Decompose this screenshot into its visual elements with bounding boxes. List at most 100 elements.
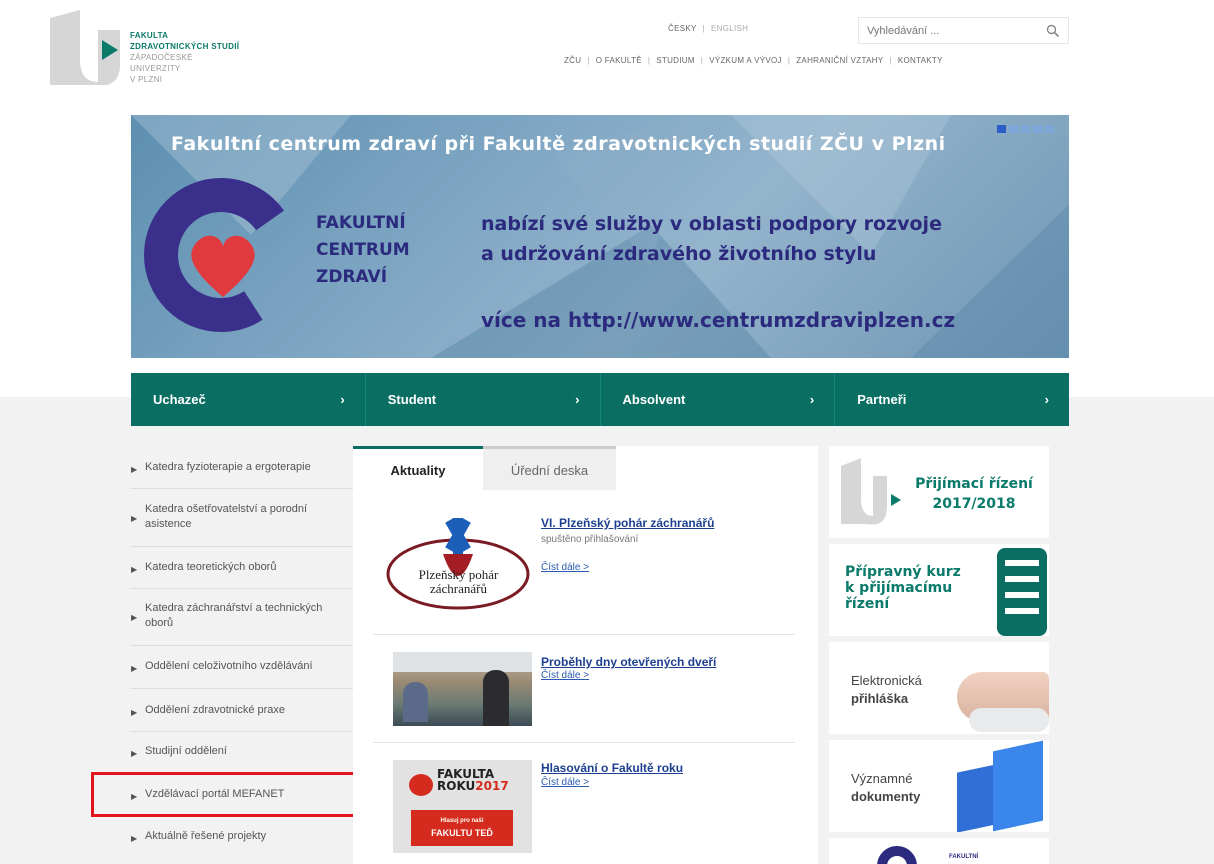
main-nav-bar: Uchazeč › Student › Absolvent › Partneři › <box>131 373 1069 426</box>
chevron-right-icon: › <box>340 392 345 407</box>
triangle-right-icon: ▶ <box>131 613 138 622</box>
binders-icon <box>949 740 1049 832</box>
sidebar-item-zachranarstvi[interactable]: ▶ Katedra záchranářství a technických obo… <box>131 601 353 631</box>
card-elektronicka-prihlaska[interactable]: Elektronická přihláška <box>829 642 1049 734</box>
sidebar-item-projekty[interactable]: ▶ Aktuálně řešené projekty <box>131 829 353 846</box>
card-app-line-2: přihláška <box>851 691 909 706</box>
logo-line-1: FAKULTA <box>130 31 169 40</box>
news-title-fakulta-roku[interactable]: Hlasování o Fakultě roku <box>541 761 683 775</box>
card-admission-line-1: Přijímací řízení <box>915 476 1033 492</box>
nav-zahranici[interactable]: ZAHRANIČNÍ VZTAHY <box>796 56 883 65</box>
sidebar-item-label: Katedra ošetřovatelství a porodní asiste… <box>145 503 308 530</box>
news-image-dny[interactable] <box>393 652 532 726</box>
nav-o-fakulte[interactable]: O FAKULTĚ <box>596 56 642 65</box>
card-app-line-1: Elektronická <box>851 673 922 688</box>
highlight-box <box>91 772 364 817</box>
card-fakultni-centrum[interactable]: FAKULTNÍ <box>829 838 1049 864</box>
checklist-icon <box>997 548 1047 636</box>
sidebar-item-studijni[interactable]: ▶ Studijní oddělení <box>131 744 353 761</box>
banner-line-1: nabízí své služby v oblasti podpory rozv… <box>481 213 942 235</box>
sidebar-item-praxe[interactable]: ▶ Oddělení zdravotnické praxe <box>131 703 353 720</box>
card-last-text: FAKULTNÍ <box>949 854 979 860</box>
sidebar-item-label: Katedra teoretických oborů <box>145 561 277 573</box>
news-title-pohar[interactable]: VI. Plzeňský pohár záchranářů <box>541 516 714 530</box>
card-docs-line-1: Významné <box>851 771 913 786</box>
news-readmore-fakulta-roku[interactable]: Číst dále > <box>541 777 589 788</box>
search-box[interactable] <box>858 17 1069 44</box>
news-readmore-dny[interactable]: Číst dále > <box>541 670 589 681</box>
top-nav: ZČU | O FAKULTĚ | STUDIUM | VÝZKUM A VÝVOJ | ZAH… <box>564 56 943 65</box>
triangle-right-icon: ▶ <box>131 565 138 574</box>
banner-logo-word-2: CENTRUM <box>316 240 410 260</box>
university-logo-icon <box>841 458 901 525</box>
page: FAKULTA ZDRAVOTNICKÝCH STUDIÍ ZÁPADOČESK… <box>0 0 1214 864</box>
card-prijimaci-rizeni[interactable]: Přijímací řízení 2017/2018 <box>829 446 1049 538</box>
news-readmore-pohar[interactable]: Číst dále > <box>541 562 589 573</box>
rescue-cup-logo-icon <box>386 517 530 610</box>
lang-en-link[interactable]: ENGLISH <box>711 24 748 33</box>
faculty-logo[interactable]: FAKULTA ZDRAVOTNICKÝCH STUDIÍ ZÁPADOČESK… <box>50 10 280 105</box>
sidebar-item-fyzioterapie[interactable]: ▶ Katedra fyzioterapie a ergoterapie <box>131 460 353 477</box>
search-input[interactable] <box>867 22 1037 40</box>
chevron-right-icon: › <box>809 392 815 407</box>
triangle-right-icon: ▶ <box>131 708 138 717</box>
logo-line-2: ZDRAVOTNICKÝCH STUDIÍ <box>130 42 240 51</box>
heart-icon <box>191 235 255 297</box>
triangle-right-icon: ▶ <box>131 465 138 474</box>
sidebar-item-label: Katedra fyzioterapie a ergoterapie <box>145 461 311 473</box>
tab-aktuality[interactable]: Aktuality <box>353 446 483 490</box>
sidebar-item-label: Oddělení zdravotnické praxe <box>145 704 286 716</box>
logo-line-4: UNIVERZITY <box>130 64 181 73</box>
triangle-right-icon: ▶ <box>131 834 138 843</box>
news-subtitle-pohar: spuštěno přihlašování <box>541 534 639 545</box>
sidebar-item-label: Aktuálně řešené projekty <box>145 830 267 842</box>
sidebar-item-osetrovatelstvi[interactable]: ▶ Katedra ošetřovatelství a porodní asist… <box>131 502 353 532</box>
fr-text-3: Hlasuj pro naši <box>440 818 484 824</box>
banner-logo-word-1: FAKULTNÍ <box>316 213 406 233</box>
fr-text-2: ROKU <box>437 779 476 793</box>
triangle-right-icon: ▶ <box>131 749 138 758</box>
nav-zcu[interactable]: ZČU <box>564 56 581 65</box>
hero-banner[interactable]: Fakultní centrum zdraví při Fakultě zdra… <box>131 115 1069 358</box>
news-image-fakulta-roku[interactable]: FAKULTA ROKU2017 Hlasuj pro naši FAKULTU… <box>393 760 532 853</box>
banner-title: Fakultní centrum zdraví při Fakultě zdra… <box>171 133 946 155</box>
mainnav-label: Student <box>387 392 437 407</box>
card-admission-line-2: 2017/2018 <box>932 496 1016 512</box>
fr-year: 2017 <box>475 779 509 793</box>
sidebar-item-label: Katedra záchranářství a technických obor… <box>145 602 323 629</box>
chevron-right-icon: › <box>1044 392 1049 407</box>
nav-studium[interactable]: STUDIUM <box>656 56 695 65</box>
university-logo-icon <box>50 10 120 85</box>
mainnav-label: Absolvent <box>622 392 686 407</box>
tab-uredni-deska[interactable]: Úřední deska <box>483 446 616 490</box>
language-switch: ČESKY | ENGLISH <box>668 24 749 33</box>
banner-line-2: a udržování zdravého životního stylu <box>481 243 877 265</box>
fakulta-roku-logo-icon <box>409 774 433 796</box>
chevron-right-icon: › <box>575 392 580 407</box>
card-vyznamne-dokumenty[interactable]: Významné dokumenty <box>829 740 1049 832</box>
banner-logo-word-3: ZDRAVÍ <box>316 267 388 287</box>
mainnav-student[interactable]: Student › <box>366 373 601 426</box>
sidebar-item-czv[interactable]: ▶ Oddělení celoživotního vzdělávání <box>131 659 353 676</box>
card-prep-line-1: Přípravný kurz <box>845 564 961 580</box>
card-pripravny-kurz[interactable]: Přípravný kurz k přijímacímu řízení <box>829 544 1049 636</box>
card-docs-line-2: dokumenty <box>851 789 921 804</box>
news-image-pohar[interactable]: Plzeňský pohár záchranářů <box>385 517 532 610</box>
logo-line-3: ZÁPADOČESKÉ <box>130 53 193 62</box>
mainnav-label: Uchazeč <box>153 392 206 407</box>
nav-kontakty[interactable]: KONTAKTY <box>898 56 943 65</box>
mainnav-uchazec[interactable]: Uchazeč › <box>131 373 366 426</box>
sidebar-item-label: Studijní oddělení <box>145 745 227 757</box>
lang-cz-link[interactable]: ČESKY <box>668 24 697 33</box>
centrum-logo-icon <box>877 846 917 864</box>
mainnav-absolvent[interactable]: Absolvent › <box>601 373 836 426</box>
sidebar-item-teoreticke[interactable]: ▶ Katedra teoretických oborů <box>131 560 353 577</box>
banner-line-3: více na http://www.centrumzdraviplzen.cz <box>481 308 956 332</box>
nav-vyzkum[interactable]: VÝZKUM A VÝVOJ <box>709 56 782 65</box>
mainnav-partneri[interactable]: Partneři › <box>835 373 1069 426</box>
card-prep-line-3: řízení <box>845 596 890 612</box>
pohar-logo-text-1: Plzeňský pohár <box>418 567 499 582</box>
search-icon[interactable] <box>1046 24 1060 38</box>
triangle-right-icon: ▶ <box>131 664 138 673</box>
news-title-dny[interactable]: Proběhly dny otevřených dveří <box>541 655 716 669</box>
